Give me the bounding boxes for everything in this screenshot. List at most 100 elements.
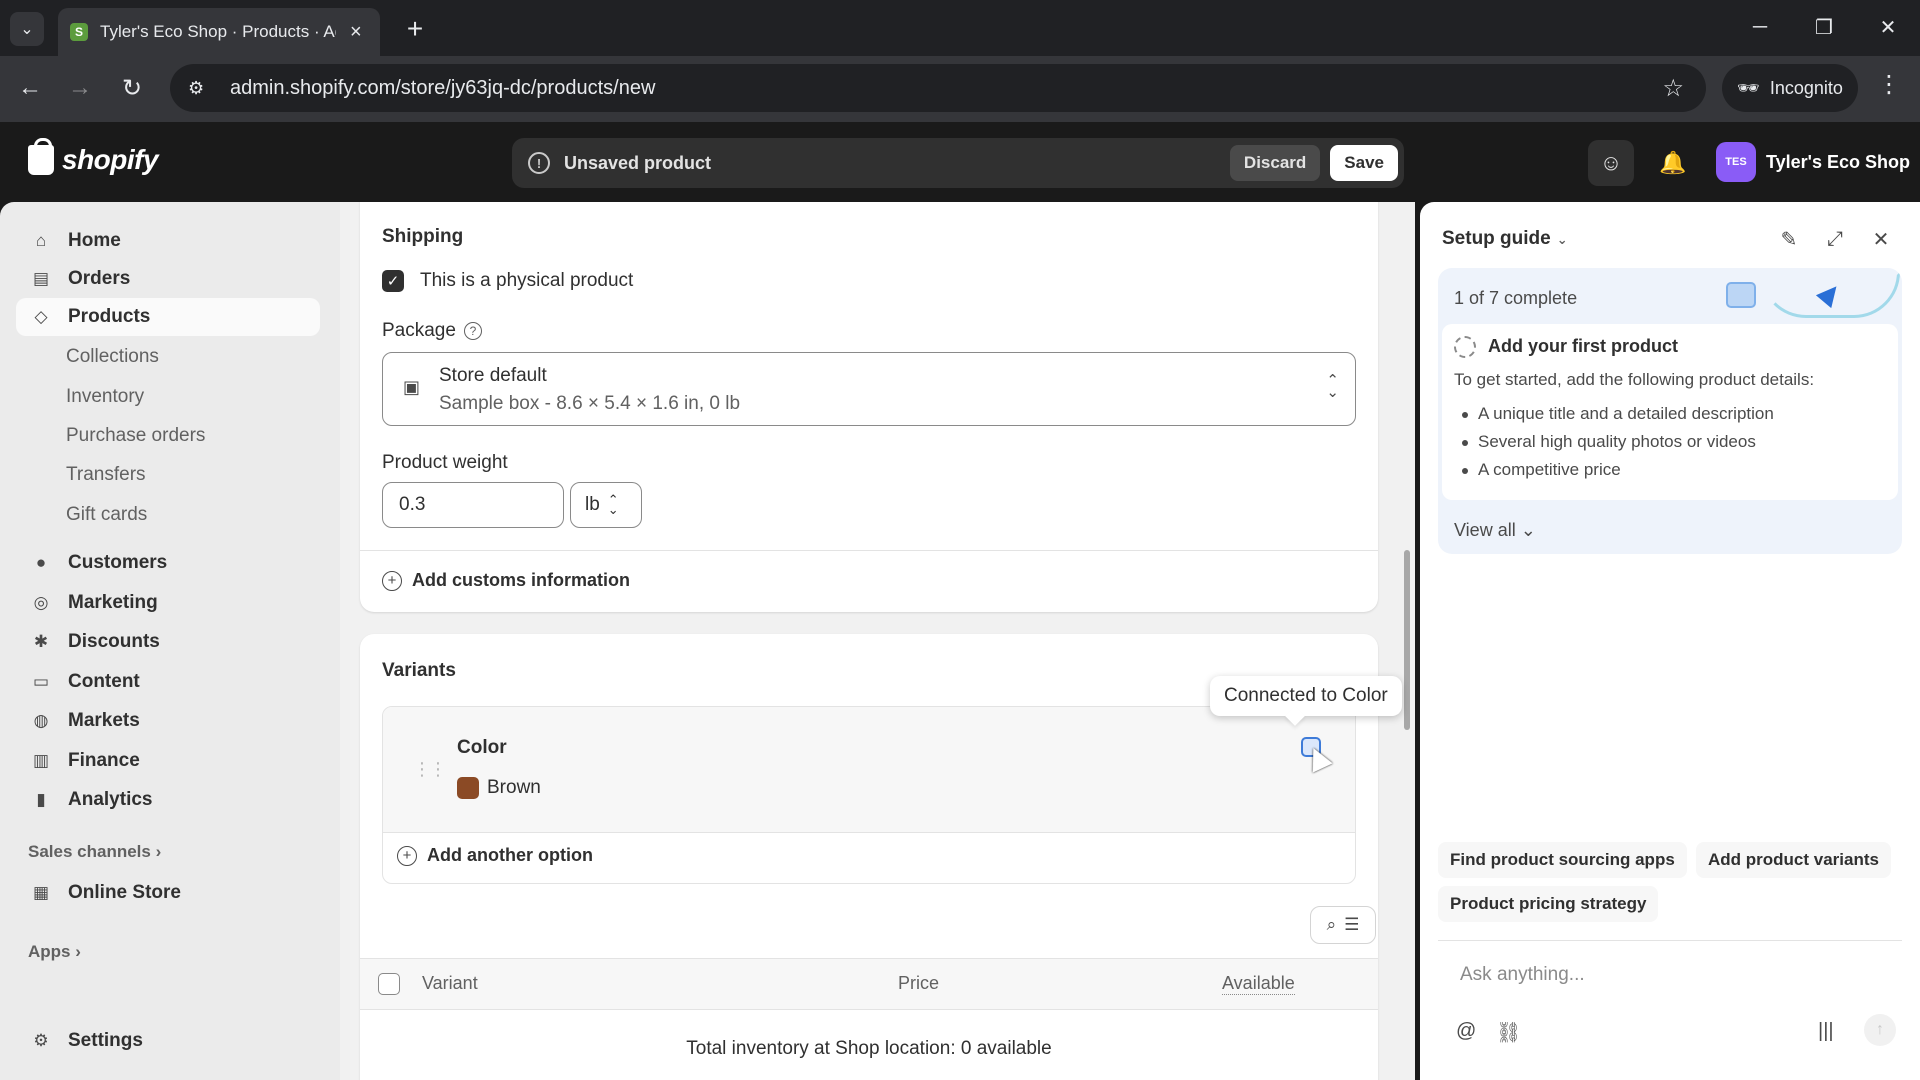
help-icon[interactable]: ?	[463, 321, 482, 340]
main-scrollbar[interactable]	[1400, 202, 1414, 1080]
browser-menu-icon[interactable]: ⋮	[1874, 70, 1904, 99]
connected-tooltip: Connected to Color	[1210, 676, 1402, 716]
column-available[interactable]: Available	[1222, 973, 1295, 995]
add-option-label: Add another option	[427, 845, 593, 865]
new-tab-icon[interactable]: +	[398, 12, 432, 46]
attach-link-icon[interactable]: ⛓	[1496, 1020, 1521, 1045]
package-select[interactable]: ▣ Store default Sample box - 8.6 × 5.4 ×…	[382, 352, 1356, 426]
sidebar-item-finance[interactable]: ▥ Finance	[16, 742, 320, 780]
sidebar-subitem-transfers[interactable]: Transfers	[66, 464, 146, 486]
search-filter-button[interactable]: ⌕ ☰	[1310, 906, 1376, 944]
sidebar-item-orders[interactable]: ▤ Orders	[16, 260, 320, 298]
save-button[interactable]: Save	[1330, 145, 1398, 181]
mention-icon[interactable]: @	[1456, 1020, 1476, 1043]
sales-channels-heading[interactable]: Sales channels ›	[28, 842, 161, 862]
sidebar-item-settings[interactable]: ⚙ Settings	[16, 1022, 320, 1060]
reload-icon[interactable]: ↻	[114, 70, 150, 106]
discard-button[interactable]: Discard	[1229, 145, 1321, 181]
weight-unit-select[interactable]: lb ⌃ ⌄	[570, 482, 642, 528]
ask-anything-input[interactable]: Ask anything...	[1460, 964, 1585, 986]
bookmark-star-icon[interactable]: ☆	[1662, 74, 1684, 103]
forward-icon[interactable]: →	[62, 70, 98, 106]
package-label: Package?	[382, 320, 482, 342]
sidebar-item-analytics[interactable]: ▮ Analytics	[16, 781, 320, 819]
shopify-bag-icon	[28, 138, 54, 175]
color-option-row[interactable]: ⋮⋮ Color Brown	[383, 707, 1355, 833]
sidekick-icon[interactable]: ☺	[1588, 140, 1634, 186]
sidebar-item-products[interactable]: ◇ Products	[16, 298, 320, 336]
color-swatch	[457, 777, 479, 799]
bell-icon[interactable]: 🔔	[1650, 140, 1696, 186]
site-settings-icon[interactable]: ⚙	[188, 78, 212, 99]
scroll-thumb[interactable]	[1404, 550, 1410, 730]
sidebar-item-discounts[interactable]: ✱ Discounts	[16, 623, 320, 661]
select-all-checkbox[interactable]	[378, 973, 400, 995]
sidebar-item-label: Markets	[68, 710, 140, 731]
incognito-label: Incognito	[1769, 77, 1843, 98]
shopify-logo[interactable]: shopify	[28, 138, 159, 176]
incomplete-step-icon[interactable]	[1454, 336, 1476, 358]
home-icon: ⌂	[35, 231, 47, 250]
close-tab-icon[interactable]: ×	[350, 21, 362, 44]
add-another-option-button[interactable]: + Add another option	[397, 845, 593, 866]
minimize-icon[interactable]: ─	[1740, 12, 1780, 42]
setup-guide-title[interactable]: Setup guide ⌄	[1442, 228, 1568, 250]
drag-handle-icon[interactable]: ⋮⋮	[413, 759, 447, 780]
option-value-chip[interactable]: Brown	[457, 773, 541, 803]
sidebar-subitem-collections[interactable]: Collections	[66, 346, 159, 368]
package-name: Store default	[439, 365, 547, 386]
browser-tab[interactable]: S Tyler's Eco Shop · Products · Ad ×	[58, 8, 380, 56]
view-all-button[interactable]: View all ⌄	[1454, 520, 1536, 541]
sidebar-item-label: Finance	[68, 750, 140, 771]
search-icon: ⌕	[1326, 915, 1337, 934]
back-icon[interactable]: ←	[12, 70, 48, 106]
close-icon[interactable]: ✕	[1864, 222, 1898, 256]
variants-title: Variants	[382, 660, 456, 681]
column-variant[interactable]: Variant	[422, 973, 478, 994]
weight-input[interactable]: 0.3	[382, 482, 564, 528]
apps-heading[interactable]: Apps ›	[28, 942, 81, 962]
plus-circle-icon: +	[382, 570, 402, 591]
store-menu[interactable]: TES Tyler's Eco Shop	[1716, 142, 1910, 182]
sidebar-item-label: Online Store	[68, 882, 181, 903]
sidebar-item-customers[interactable]: ● Customers	[16, 544, 320, 582]
url-text[interactable]: admin.shopify.com/store/jy63jq-dc/produc…	[230, 77, 655, 100]
option-value-label: Brown	[487, 777, 541, 798]
sidebar-item-marketing[interactable]: ◎ Marketing	[16, 584, 320, 622]
suggestion-pricing-strategy[interactable]: Product pricing strategy	[1438, 886, 1659, 922]
suggestion-product-variants[interactable]: Add product variants	[1696, 842, 1891, 878]
physical-product-checkbox[interactable]: ✓	[382, 270, 404, 292]
book-illustration-icon	[1726, 282, 1756, 308]
gear-icon: ⚙	[33, 1031, 49, 1050]
new-chat-icon[interactable]: ✎	[1772, 222, 1806, 256]
view-all-label: View all	[1454, 520, 1516, 540]
sidebar-subitem-gift-cards[interactable]: Gift cards	[66, 504, 147, 526]
tab-list-chevron-icon[interactable]: ⌄	[10, 12, 44, 46]
send-icon[interactable]: ↑	[1864, 1014, 1896, 1046]
sidebar-item-home[interactable]: ⌂ Home	[16, 222, 320, 260]
incognito-indicator[interactable]: 🕶 Incognito	[1722, 64, 1858, 112]
sidebar-item-markets[interactable]: ◍ Markets	[16, 702, 320, 740]
setup-step-card[interactable]: Add your first product To get started, a…	[1442, 324, 1898, 500]
sidebar-subitem-purchase-orders[interactable]: Purchase orders	[66, 425, 205, 447]
address-bar[interactable]: ⚙ admin.shopify.com/store/jy63jq-dc/prod…	[170, 64, 1706, 112]
weight-unit-value: lb	[585, 494, 600, 515]
expand-icon[interactable]: ⤢	[1818, 222, 1852, 256]
close-window-icon[interactable]: ✕	[1868, 12, 1908, 42]
list-item: A unique title and a detailed descriptio…	[1462, 404, 1774, 432]
suggestion-sourcing-apps[interactable]: Find product sourcing apps	[1438, 842, 1687, 878]
step-description: To get started, add the following produc…	[1454, 370, 1815, 389]
setup-guide-title-text: Setup guide	[1442, 228, 1551, 249]
column-price[interactable]: Price	[898, 973, 939, 994]
add-customs-info-button[interactable]: + Add customs information	[382, 570, 630, 591]
sidebar-item-online-store[interactable]: ▦ Online Store	[16, 874, 320, 912]
unsaved-label: Unsaved product	[564, 152, 712, 173]
voice-input-icon[interactable]: |||	[1818, 1020, 1834, 1043]
sidebar-item-content[interactable]: ▭ Content	[16, 663, 320, 701]
setup-guide-card: 1 of 7 complete Add your first product T…	[1438, 268, 1902, 554]
restore-icon[interactable]: ❐	[1804, 12, 1844, 42]
sidebar-item-label: Settings	[68, 1030, 143, 1051]
shipping-card: Shipping ✓ This is a physical product Pa…	[360, 202, 1378, 612]
sidebar-subitem-inventory[interactable]: Inventory	[66, 386, 144, 408]
browser-tab-bar: ⌄ S Tyler's Eco Shop · Products · Ad × +…	[0, 0, 1920, 56]
